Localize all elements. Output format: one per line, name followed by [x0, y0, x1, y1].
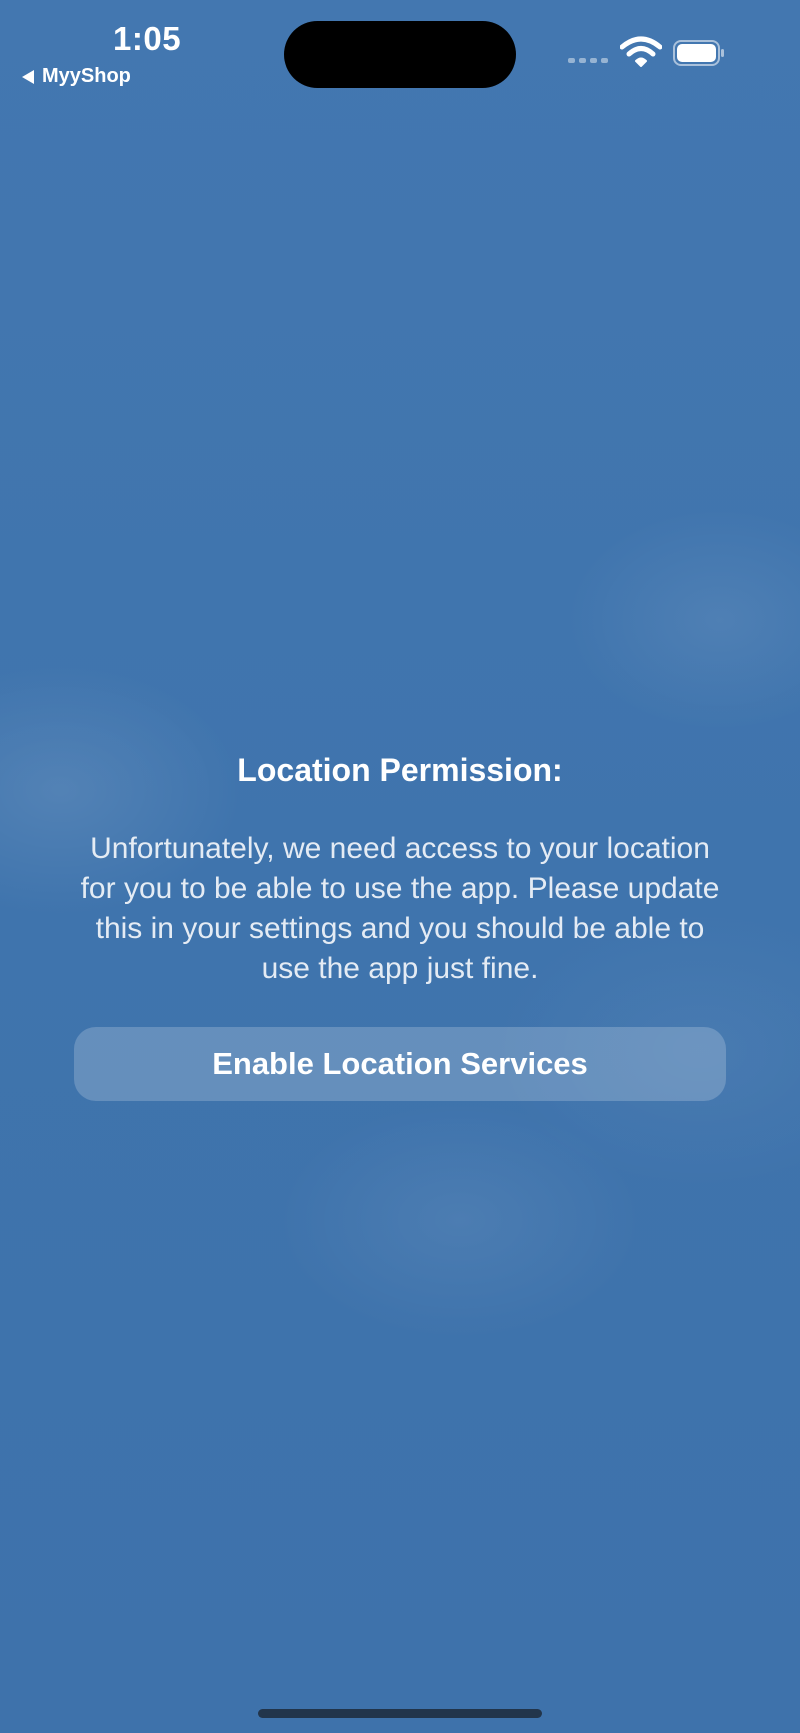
permission-content: Location Permission: Unfortunately, we n…	[0, 0, 800, 1733]
location-permission-screen: 1:05 MyyShop Location Permission: Unfort…	[0, 0, 800, 1733]
permission-message: Unfortunately, we need access to your lo…	[80, 832, 720, 985]
home-indicator[interactable]	[258, 1709, 542, 1718]
enable-location-services-button[interactable]: Enable Location Services	[74, 1027, 726, 1101]
permission-title: Location Permission:	[237, 752, 563, 788]
